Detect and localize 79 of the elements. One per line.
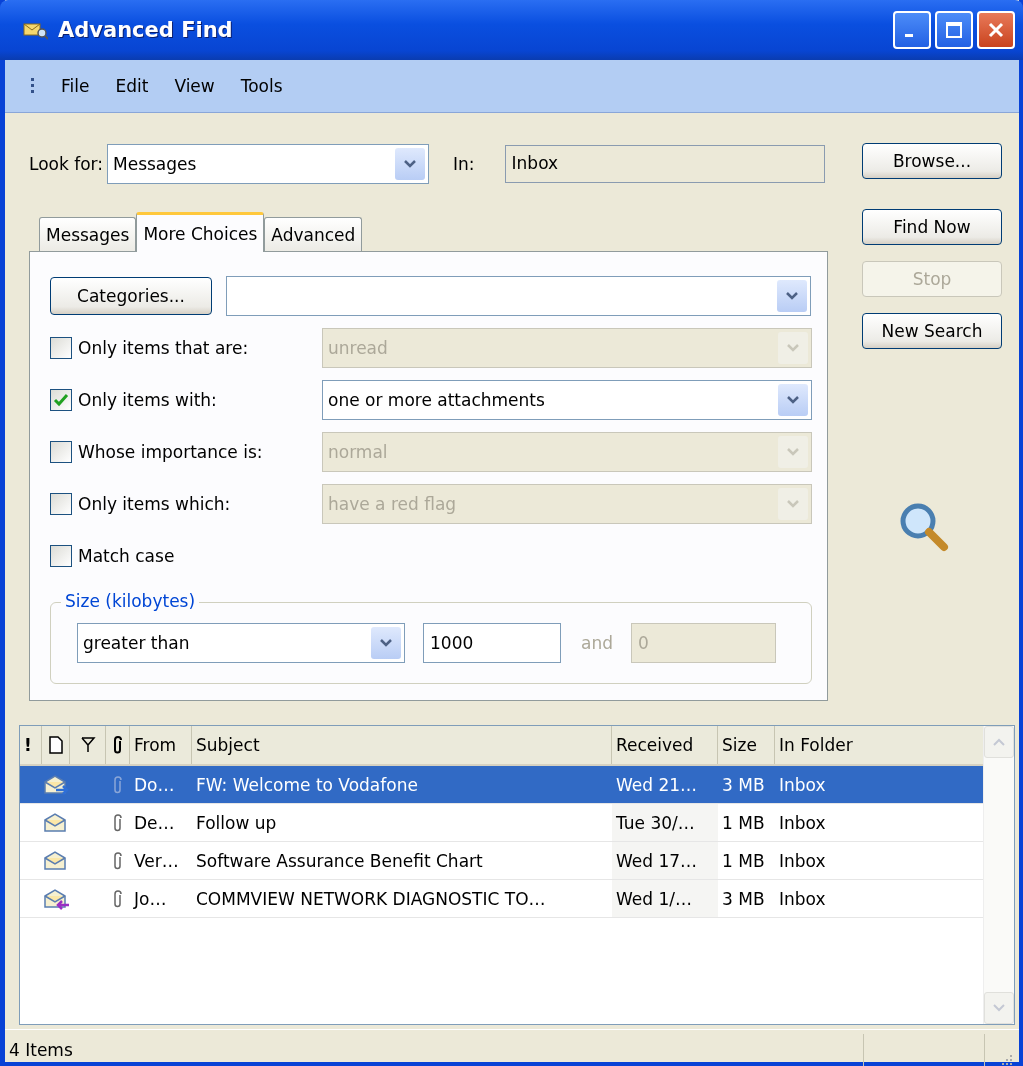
condition-dropdown[interactable]: one or more attachments bbox=[322, 380, 812, 420]
paperclip-icon bbox=[112, 736, 123, 754]
resize-grip-icon bbox=[999, 1052, 1013, 1066]
table-cell-text: Wed 21… bbox=[615, 773, 699, 797]
tab[interactable]: Messages bbox=[39, 217, 137, 251]
size-legend: Size (kilobytes) bbox=[61, 591, 200, 611]
table-cell-text: FW: Welcome to Vodafone bbox=[195, 773, 419, 797]
categories-dropdown[interactable] bbox=[226, 276, 811, 316]
minimize-icon bbox=[905, 33, 913, 37]
menu-item[interactable]: File bbox=[61, 76, 90, 96]
checkbox-label: Only items that are: bbox=[78, 338, 250, 358]
table-cell: Wed 1/… bbox=[612, 880, 718, 917]
tab[interactable]: Advanced bbox=[264, 217, 363, 251]
envelope-search-icon bbox=[22, 20, 48, 40]
size-input[interactable]: 1000 bbox=[423, 623, 561, 663]
column-header[interactable]: Subject bbox=[192, 726, 612, 764]
checkbox[interactable] bbox=[50, 389, 72, 411]
action-button[interactable]: Browse... bbox=[862, 143, 1002, 179]
table-cell-text: Ver… bbox=[133, 849, 180, 873]
table-cell-text: COMMVIEW NETWORK DIAGNOSTIC TO… bbox=[195, 887, 547, 911]
table-cell-text: 3 MB bbox=[721, 773, 766, 797]
caret-icon bbox=[380, 639, 392, 647]
table-cell-text: Inbox bbox=[778, 811, 827, 835]
table-cell: Wed 17… bbox=[612, 842, 718, 879]
categories-button[interactable]: Categories... bbox=[50, 277, 212, 315]
checkbox-label: Only items with: bbox=[78, 390, 218, 410]
checkbox-label: Match case bbox=[78, 546, 176, 566]
column-header[interactable]: Size bbox=[718, 726, 775, 764]
caret-icon bbox=[787, 344, 799, 352]
action-button[interactable]: Find Now bbox=[862, 209, 1002, 245]
caret-icon bbox=[786, 292, 798, 300]
checkbox-label: Only items which: bbox=[78, 494, 232, 514]
scrollbar[interactable] bbox=[983, 726, 1014, 1024]
grip-icon bbox=[31, 77, 35, 95]
message-row[interactable]: Do… FW: Welcome to Vodafone Wed 21… 3 MB Inbox bbox=[20, 766, 983, 804]
caret-icon bbox=[787, 500, 799, 508]
maximize-button[interactable] bbox=[935, 11, 973, 49]
size-condition-dropdown[interactable]: greater than bbox=[77, 623, 405, 663]
close-button[interactable] bbox=[977, 11, 1015, 49]
table-cell-text: De… bbox=[133, 811, 176, 835]
in-field: Inbox bbox=[504, 145, 825, 183]
message-row[interactable]: Ver… Software Assurance Benefit Chart Wed 17… 1 MB Inbox bbox=[20, 842, 983, 880]
message-row[interactable]: Jo… COMMVIEW NETWORK DIAGNOSTIC TO… Wed 1/… 3 MB Inbox bbox=[20, 880, 983, 918]
look-for-dropdown[interactable]: Messages bbox=[107, 144, 430, 184]
table-cell: Tue 30/… bbox=[612, 804, 718, 841]
status-text: 4 Items bbox=[9, 1040, 73, 1060]
tab[interactable]: More Choices bbox=[136, 212, 265, 252]
table-cell-text: 1 MB bbox=[721, 849, 766, 873]
caret-icon bbox=[787, 396, 799, 404]
window-title: Advanced Find bbox=[58, 18, 233, 42]
action-button[interactable]: New Search bbox=[862, 313, 1002, 349]
menu-item[interactable]: Tools bbox=[240, 76, 283, 96]
maximize-icon bbox=[945, 21, 963, 39]
table-cell-text: Do… bbox=[133, 773, 176, 797]
table-cell-text: Jo… bbox=[132, 887, 168, 911]
table-cell-text: Inbox bbox=[778, 773, 827, 797]
column-header[interactable]: Received bbox=[612, 726, 718, 764]
table-cell-text: Inbox bbox=[778, 849, 827, 873]
menu-item[interactable]: View bbox=[174, 76, 215, 96]
minimize-button[interactable] bbox=[893, 11, 931, 49]
table-cell-text: Follow up bbox=[195, 811, 278, 835]
document-icon bbox=[48, 736, 63, 754]
checkbox[interactable] bbox=[50, 545, 72, 567]
and-label: and bbox=[581, 633, 613, 653]
in-label: In: bbox=[453, 154, 475, 174]
message-row[interactable]: De… Follow up Tue 30/… 1 MB Inbox bbox=[20, 804, 983, 842]
column-header[interactable]: In Folder bbox=[775, 726, 983, 764]
look-for-label: Look for: bbox=[29, 154, 104, 174]
caret-icon bbox=[787, 448, 799, 456]
table-cell-text: 1 MB bbox=[721, 811, 766, 835]
checkbox-label: Whose importance is: bbox=[78, 442, 264, 462]
table-cell-text: Inbox bbox=[778, 887, 827, 911]
table-cell-text: Software Assurance Benefit Chart bbox=[195, 849, 484, 873]
caret-icon bbox=[404, 160, 417, 168]
table-cell-text: 3 MB bbox=[721, 887, 766, 911]
column-header[interactable]: ! bbox=[20, 726, 42, 764]
menu-item[interactable]: Edit bbox=[115, 76, 149, 96]
close-icon bbox=[987, 21, 1005, 39]
column-header[interactable]: From bbox=[130, 726, 192, 764]
